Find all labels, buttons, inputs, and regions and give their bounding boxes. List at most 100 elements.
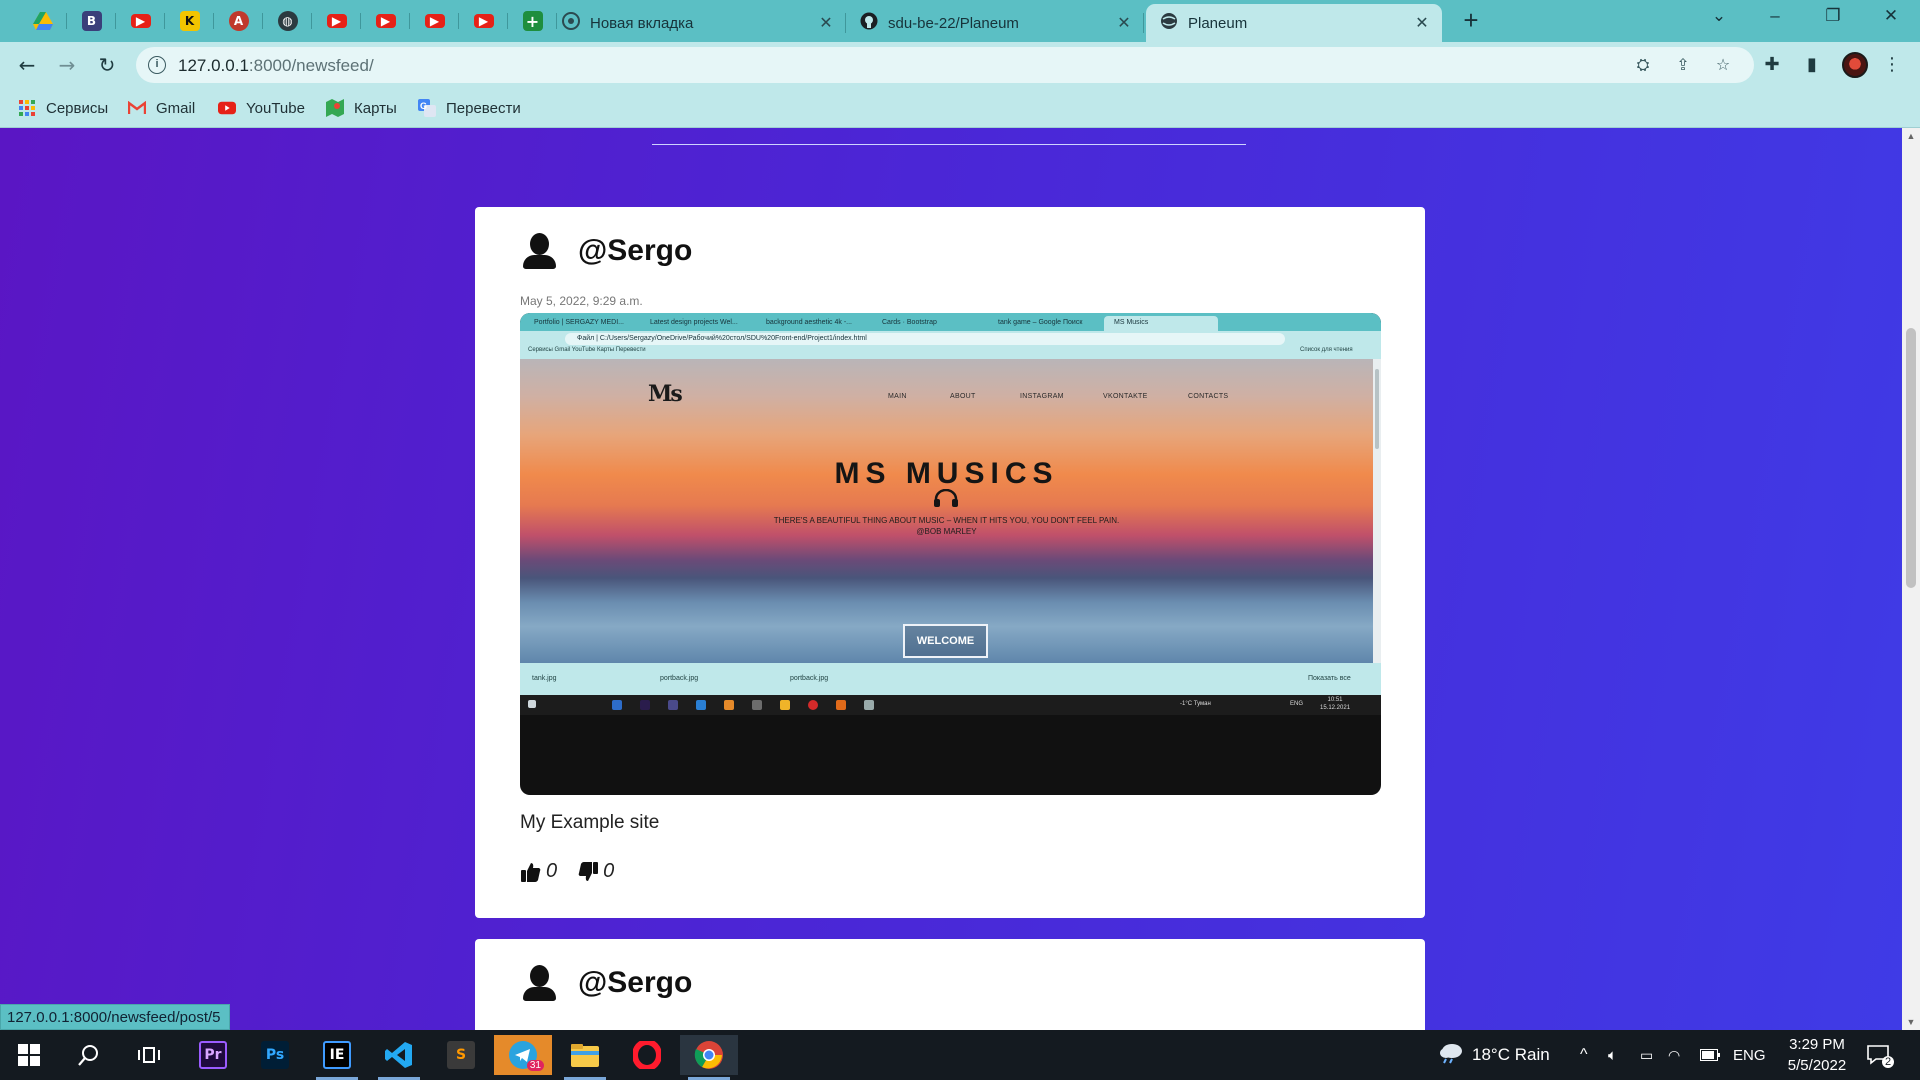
pinned-tab-youtube-5[interactable]: ▶ [459,8,508,34]
pinned-tab-youtube-4[interactable]: ▶ [410,8,459,34]
thumbs-up-icon[interactable] [520,861,542,883]
tray-chevron-icon[interactable]: ^ [1580,1030,1588,1080]
post-card: @Sergo May 5, 2022, 9:29 a.m. Portfolio … [475,207,1425,918]
address-bar[interactable]: i 127.0.0.1:8000/newsfeed/ ⛭ ⇪ ☆ [136,47,1754,83]
pinned-tab-b[interactable]: B [67,8,116,34]
premiere-pro-icon[interactable]: Pr [184,1035,242,1075]
system-clock[interactable]: 3:29 PM 5/5/2022 [1772,1034,1862,1076]
bookmark-youtube[interactable]: YouTube [218,96,305,120]
image-app-icon [864,700,874,710]
image-quote: THERE'S A BEAUTIFUL THING ABOUT MUSIC – … [773,516,1120,536]
pinned-tab-youtube-2[interactable]: ▶ [312,8,361,34]
site-info-icon[interactable]: i [148,56,166,74]
image-tab: Latest design projects Wel... [650,319,738,326]
close-icon[interactable]: ✕ [818,13,834,33]
post-username[interactable]: @Sergo [578,966,692,1000]
image-download-item: portback.jpg [660,675,699,682]
telegram-icon[interactable]: 31 [494,1035,552,1075]
headphones-icon [933,488,959,507]
scroll-up-icon[interactable]: ▲ [1902,128,1920,144]
wifi-icon[interactable]: ◠ [1668,1030,1680,1080]
notification-count: 2 [1882,1056,1895,1068]
translate-icon: G [418,99,436,117]
input-language[interactable]: ENG [1733,1030,1766,1080]
side-panel-icon[interactable]: ▮ [1800,53,1824,77]
post-header: @Sergo [520,963,692,1003]
google-drive-icon [32,11,53,31]
chrome-icon [562,12,580,34]
close-icon[interactable]: ✕ [1116,13,1132,33]
github-icon [860,12,878,34]
post-username[interactable]: @Sergo [578,234,692,268]
bookmark-label: YouTube [246,99,305,117]
thumbs-down-icon[interactable] [577,861,599,883]
close-icon[interactable]: ✕ [1414,13,1430,33]
windows-start-icon[interactable] [0,1035,58,1075]
vscode-icon[interactable] [370,1035,428,1080]
scroll-down-icon[interactable]: ▼ [1902,1014,1920,1030]
translate-page-icon[interactable]: ⛭ [1632,54,1654,76]
window-close-icon[interactable]: ✕ [1876,6,1906,26]
browser-toolbar: ← → ↻ i 127.0.0.1:8000/newsfeed/ ⛭ ⇪ ☆ [0,42,1920,88]
notifications-icon[interactable]: 2 [1866,1030,1895,1080]
image-taskbar: -1°C Туман ENG 10:51 15.12.2021 [520,695,1381,715]
pinned-tab-globe[interactable]: ◍ [263,8,312,34]
image-app-icon [640,700,650,710]
tab-new-tab[interactable]: Новая вкладка ✕ [548,4,846,42]
file-explorer-icon[interactable] [556,1035,614,1080]
youtube-icon: ▶ [375,14,396,28]
tab-github[interactable]: sdu-be-22/Planeum ✕ [846,4,1144,42]
image-tray-clock: 10:51 15.12.2021 [1320,697,1351,711]
link-status-bubble: 127.0.0.1:8000/newsfeed/post/5 [0,1004,230,1030]
post-image[interactable]: Portfolio | SERGAZY MEDI... Latest desig… [520,313,1381,795]
image-tab: Portfolio | SERGAZY MEDI... [534,319,624,326]
scrollbar-thumb[interactable] [1906,328,1916,588]
image-hero: Ms MAIN ABOUT INSTAGRAM VKONTAKTE CONTAC… [520,359,1373,663]
minimize-icon[interactable]: – [1760,6,1790,26]
search-icon[interactable] [60,1035,118,1075]
volume-icon[interactable]: 🔈︎ [1608,1030,1617,1080]
intellij-icon[interactable]: IE [308,1035,366,1080]
bookmark-gmail[interactable]: Gmail [128,96,195,120]
task-view-icon[interactable] [120,1035,178,1075]
page-viewport: @Sergo May 5, 2022, 9:29 a.m. Portfolio … [0,128,1902,1030]
image-app-icon [780,700,790,710]
image-nav-item: CONTACTS [1188,393,1229,400]
svg-text:G: G [420,101,427,111]
bookmark-services[interactable]: Сервисы [18,96,108,120]
tab-search-chevron-icon[interactable]: ⌄ [1704,6,1734,26]
meet-now-icon[interactable]: ▭ [1640,1030,1653,1080]
youtube-icon: ▶ [130,14,151,28]
new-tab-button[interactable]: + [1458,7,1484,34]
profile-avatar[interactable] [1842,52,1868,78]
pinned-tab-youtube-1[interactable]: ▶ [116,8,165,34]
chrome-taskbar-icon[interactable] [680,1035,738,1080]
weather-widget[interactable]: 18°C Rain [1438,1030,1550,1080]
sublime-text-icon[interactable]: S [432,1035,490,1075]
share-icon[interactable]: ⇪ [1672,54,1694,76]
image-tab: MS Musics [1104,316,1218,331]
restore-icon[interactable]: ❐ [1818,6,1848,26]
photoshop-icon[interactable]: Ps [246,1035,304,1075]
maps-icon [326,99,344,117]
back-arrow-icon[interactable]: ← [14,52,40,78]
extensions-puzzle-icon[interactable]: ✚ [1760,53,1784,77]
bookmark-translate[interactable]: G Перевести [418,96,521,120]
pinned-tab-drive[interactable] [18,8,67,34]
page-scrollbar[interactable]: ▲ ▼ [1902,128,1920,1030]
pinned-tab-k[interactable]: K [165,8,214,34]
bookmark-star-icon[interactable]: ☆ [1712,54,1734,76]
battery-icon[interactable] [1700,1030,1720,1080]
pinned-tab-youtube-3[interactable]: ▶ [361,8,410,34]
bookmark-maps[interactable]: Карты [326,96,397,120]
tab-planeum[interactable]: Planeum ✕ [1146,4,1442,42]
image-browser-tabs: Portfolio | SERGAZY MEDI... Latest desig… [520,313,1381,331]
kebab-menu-icon[interactable]: ⋮ [1880,53,1904,77]
browser-tab-strip: B ▶ K A ◍ ▶ ▶ ▶ ▶ + Новая вкладка ✕ sdu-… [0,0,1920,42]
forward-arrow-icon[interactable]: → [54,52,80,78]
youtube-icon: ▶ [424,14,445,28]
opera-icon[interactable] [618,1035,676,1075]
reload-icon[interactable]: ↻ [94,52,120,78]
image-scrollbar [1373,359,1381,663]
pinned-tab-translate[interactable]: A [214,8,263,34]
